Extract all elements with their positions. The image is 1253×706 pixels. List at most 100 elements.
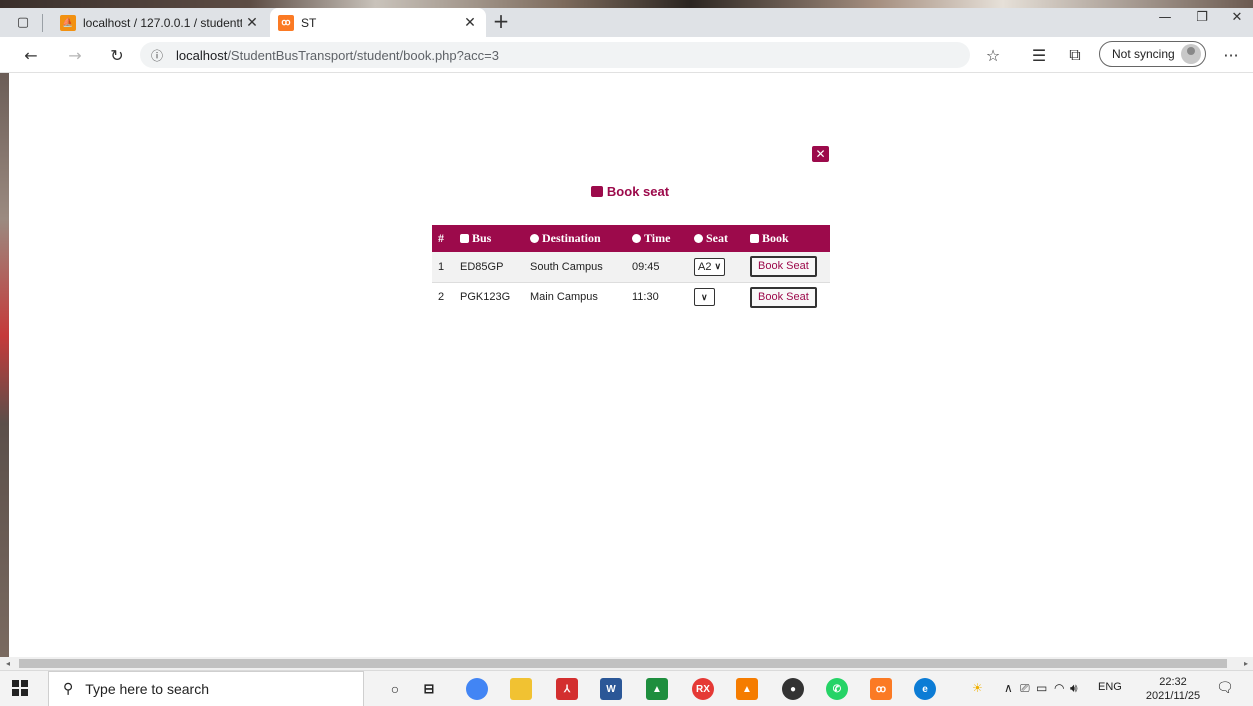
url-host: localhost	[176, 47, 228, 63]
tablet-icon[interactable]: ⎚	[1020, 681, 1030, 696]
xampp-icon: ꝏ	[278, 14, 294, 31]
table-row: 1 ED85GP South Campus 09:45 A2 ∨ Book Sea…	[432, 252, 830, 282]
cell-num: 2	[432, 281, 454, 312]
scrollbar-thumb[interactable]	[19, 659, 1227, 668]
scroll-right-icon[interactable]: ▸	[1240, 657, 1252, 670]
refresh-button[interactable]: ↻	[104, 43, 130, 67]
add-favorite-icon[interactable]: ☆	[980, 43, 1006, 67]
cell-book: Book Seat	[744, 281, 830, 312]
chrome-icon[interactable]	[466, 678, 488, 700]
more-options-icon[interactable]: ···	[1218, 43, 1244, 67]
search-icon: ⚲	[63, 681, 74, 697]
volume-icon[interactable]: 🔊︎	[1070, 681, 1078, 696]
phpmyadmin-icon: ⛵	[60, 14, 76, 31]
back-button[interactable]: ←	[18, 43, 44, 67]
avatar	[1181, 44, 1201, 64]
word-icon[interactable]: W	[600, 678, 622, 700]
vlc-icon[interactable]: ▲	[736, 678, 758, 700]
screen: ▢ ⛵ localhost / 127.0.0.1 / studenttra ✕…	[0, 0, 1253, 706]
seat-icon	[694, 234, 703, 243]
cortana-icon[interactable]: ○	[384, 678, 406, 700]
wifi-icon[interactable]: ◠	[1054, 681, 1064, 695]
tab-phpmyadmin[interactable]: ⛵ localhost / 127.0.0.1 / studenttra ✕	[52, 8, 268, 37]
horizontal-scrollbar[interactable]: ◂ ▸	[0, 657, 1253, 670]
restore-button[interactable]: ❐	[1187, 10, 1217, 25]
rx-app-icon[interactable]: RX	[692, 678, 714, 700]
system-clock[interactable]: 22:32 2021/11/25	[1142, 675, 1204, 703]
chevron-down-icon: ∨	[714, 261, 722, 272]
acrobat-icon[interactable]: ⅄	[556, 678, 578, 700]
desktop-wallpaper-strip	[0, 0, 1253, 8]
header-time: Time	[626, 225, 688, 252]
header-book: Book	[744, 225, 830, 252]
scroll-left-icon[interactable]: ◂	[2, 657, 14, 670]
windows-start-icon[interactable]	[12, 680, 28, 696]
tab-title: ST	[301, 15, 317, 30]
close-icon[interactable]: ✕	[812, 146, 829, 162]
seat-select[interactable]: ∨	[694, 288, 715, 307]
header-bus: Bus	[454, 225, 524, 252]
browser-tab-bar: ▢ ⛵ localhost / 127.0.0.1 / studenttra ✕…	[0, 0, 1253, 37]
minimize-button[interactable]: —	[1150, 10, 1180, 25]
collections-icon[interactable]: ⧉	[1062, 43, 1088, 67]
taskbar: ⚲ Type here to search ○ ⊟ ⅄ W ▲ RX ▲ ● ✆…	[0, 670, 1253, 706]
page-title: Book seat	[560, 184, 700, 199]
seat-select[interactable]: A2 ∨	[694, 257, 726, 276]
chevron-up-icon[interactable]: ∧	[1004, 681, 1013, 695]
clock-icon	[632, 234, 641, 243]
book-seat-button[interactable]: Book Seat	[750, 256, 817, 278]
new-tab-button[interactable]: +	[490, 11, 512, 31]
cell-bus: PGK123G	[454, 281, 524, 312]
android-studio-icon[interactable]: ▲	[646, 678, 668, 700]
tab-st[interactable]: ꝏ ST ✕	[270, 8, 486, 37]
header-seat: Seat	[688, 225, 744, 252]
notifications-icon[interactable]: 🗨︎	[1216, 679, 1234, 696]
language-indicator[interactable]: ENG	[1098, 681, 1122, 693]
tab-title: localhost / 127.0.0.1 / studenttra	[83, 15, 242, 30]
url-text: localhost/StudentBusTransport/student/bo…	[176, 48, 499, 63]
whatsapp-icon[interactable]: ✆	[826, 678, 848, 700]
cell-bus: ED85GP	[460, 260, 504, 273]
cell-destination: Main Campus	[524, 281, 626, 312]
forward-button[interactable]: →	[62, 43, 88, 67]
taskbar-search-input[interactable]: ⚲ Type here to search	[48, 671, 364, 706]
file-explorer-icon[interactable]	[510, 678, 532, 700]
cell-book: Book Seat	[744, 252, 830, 282]
cell-seat: A2 ∨	[688, 252, 744, 282]
clock-time: 22:32	[1159, 676, 1187, 688]
xampp-icon[interactable]: ꝏ	[870, 678, 892, 700]
site-info-icon[interactable]: ⓘ	[144, 47, 170, 64]
task-view-icon[interactable]: ⊟	[418, 678, 440, 700]
clock-date: 2021/11/25	[1145, 690, 1201, 702]
edge-icon[interactable]: e	[914, 678, 936, 700]
chevron-down-icon: ∨	[701, 291, 708, 302]
cell-seat: ∨	[688, 281, 744, 312]
favorites-icon[interactable]: ☰	[1026, 43, 1052, 67]
search-placeholder: Type here to search	[85, 681, 210, 697]
profile-sync-button[interactable]: Not syncing	[1099, 41, 1206, 67]
close-tab-icon[interactable]: ✕	[460, 14, 480, 31]
cell-time: 11:30	[626, 281, 688, 312]
header-num: #	[438, 231, 444, 245]
close-window-button[interactable]: ✕	[1222, 10, 1252, 25]
booking-table: # Bus Destination Time Seat Book 1 ED85G…	[432, 225, 830, 312]
table-header-row: # Bus Destination Time Seat Book	[432, 225, 830, 252]
book-seat-button[interactable]: Book Seat	[750, 286, 817, 308]
page-content	[0, 73, 1253, 657]
weather-icon[interactable]: ☀	[972, 681, 983, 695]
tab-actions-icon[interactable]: ▢	[10, 10, 36, 34]
table-row: 2 PGK123G Main Campus 11:30 ∨ Book Seat	[432, 281, 830, 312]
battery-icon[interactable]: ▭	[1036, 681, 1047, 695]
info-icon	[530, 234, 539, 243]
browser-toolbar: ← → ↻ ⓘ localhost/StudentBusTransport/st…	[0, 37, 1253, 73]
header-destination: Destination	[524, 225, 626, 252]
bus-icon	[590, 186, 603, 197]
close-tab-icon[interactable]: ✕	[242, 14, 262, 31]
cell-num: 1	[438, 260, 445, 273]
address-bar[interactable]: ⓘ localhost/StudentBusTransport/student/…	[140, 42, 970, 68]
bus-icon	[460, 234, 469, 243]
media-player-icon[interactable]: ●	[782, 678, 804, 700]
url-path: /StudentBusTransport/student/book.php?ac…	[227, 47, 499, 63]
desktop-wallpaper-edge	[0, 73, 9, 657]
cell-time: 09:45	[632, 260, 660, 273]
